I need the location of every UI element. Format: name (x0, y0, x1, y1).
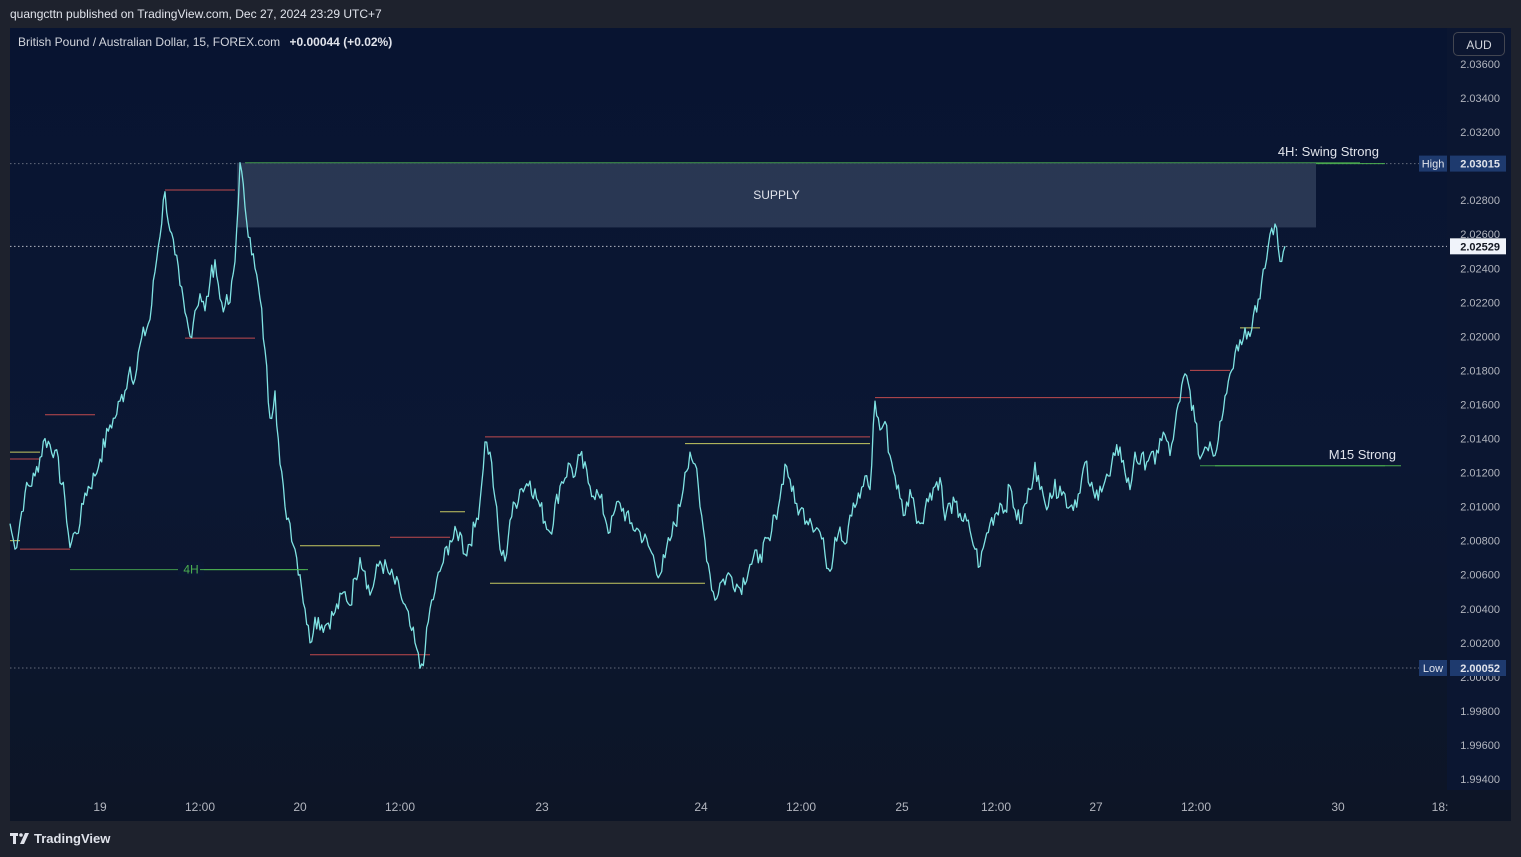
annotation-4h: 4H (183, 563, 198, 577)
price-tick-label: 2.01600 (1460, 399, 1500, 411)
grid-layer (10, 163, 1447, 669)
high-price-label-tag: High (1422, 159, 1445, 171)
price-tick-label: 2.02000 (1460, 331, 1500, 343)
price-tick-label: 2.02400 (1460, 263, 1500, 275)
price-tick-label: 2.01000 (1460, 502, 1500, 514)
tradingview-logo-icon (10, 832, 29, 844)
price-tick-label: 2.03600 (1460, 59, 1500, 71)
time-tick-label: 23 (535, 800, 549, 814)
price-axis: 2.036002.034002.032002.028002.026002.024… (1419, 28, 1511, 790)
low-price-label-tag: Low (1423, 663, 1443, 675)
price-tick-label: 2.01800 (1460, 365, 1500, 377)
price-tick-label: 1.99800 (1460, 706, 1500, 718)
low-price-label-value: 2.00052 (1460, 663, 1500, 675)
price-tick-label: 1.99600 (1460, 740, 1500, 752)
time-tick-label: 12:00 (185, 800, 215, 814)
price-tick-label: 2.03400 (1460, 93, 1500, 105)
structure-lines-layer (10, 162, 1385, 656)
price-tick-label: 2.00200 (1460, 638, 1500, 650)
price-tick-label: 2.02800 (1460, 195, 1500, 207)
supply-zone-layer: SUPPLY (237, 162, 1316, 228)
current-price-label-value: 2.02529 (1460, 241, 1500, 253)
footer: TradingView (0, 821, 1521, 857)
tradingview-logo[interactable]: TradingView (10, 831, 110, 846)
symbol-legend: British Pound / Australian Dollar, 15, F… (18, 35, 392, 49)
price-tick-label: 2.00600 (1460, 570, 1500, 582)
symbol-title: British Pound / Australian Dollar, 15, F… (18, 35, 281, 49)
price-series-line (9, 162, 1286, 669)
price-tick-label: 2.00800 (1460, 536, 1500, 548)
time-axis: 19 12:00 20 12:00 23 24 12:00 25 12:00 27 12:00 30 1… (93, 800, 1448, 814)
price-tick-label: 2.02200 (1460, 297, 1500, 309)
price-change: +0.00044 (+0.02%) (289, 35, 393, 49)
annotation-swing-strong: 4H: Swing Strong (1278, 144, 1379, 159)
price-tick-label: 2.01400 (1460, 434, 1500, 446)
time-tick-label: 20 (293, 800, 307, 814)
annotation-m15-strong: M15 Strong (1329, 447, 1396, 462)
time-tick-label: 12:00 (786, 800, 816, 814)
price-chart[interactable]: SUPPLY 4H: Swing Strong M15 Strong 4H 2.03… (0, 0, 1521, 857)
time-tick-label: 19 (93, 800, 107, 814)
time-tick-label: 12:00 (981, 800, 1011, 814)
time-tick-label: 12:00 (385, 800, 415, 814)
time-tick-label: 25 (895, 800, 909, 814)
price-tick-label: 1.99400 (1460, 774, 1500, 786)
supply-zone-label: SUPPLY (753, 188, 799, 202)
time-tick-label: 30 (1331, 800, 1345, 814)
time-tick-label: 12:00 (1181, 800, 1211, 814)
price-tick-label: 2.01200 (1460, 468, 1500, 480)
time-tick-label: 27 (1089, 800, 1103, 814)
price-tick-label: 2.03200 (1460, 127, 1500, 139)
price-tick-label: 2.00400 (1460, 604, 1500, 616)
price-series-layer (9, 162, 1286, 669)
time-tick-label: 18: (1432, 800, 1449, 814)
brand-name: TradingView (34, 831, 111, 846)
high-price-label-value: 2.03015 (1460, 159, 1500, 171)
time-tick-label: 24 (694, 800, 708, 814)
currency-button[interactable]: AUD (1453, 32, 1505, 56)
